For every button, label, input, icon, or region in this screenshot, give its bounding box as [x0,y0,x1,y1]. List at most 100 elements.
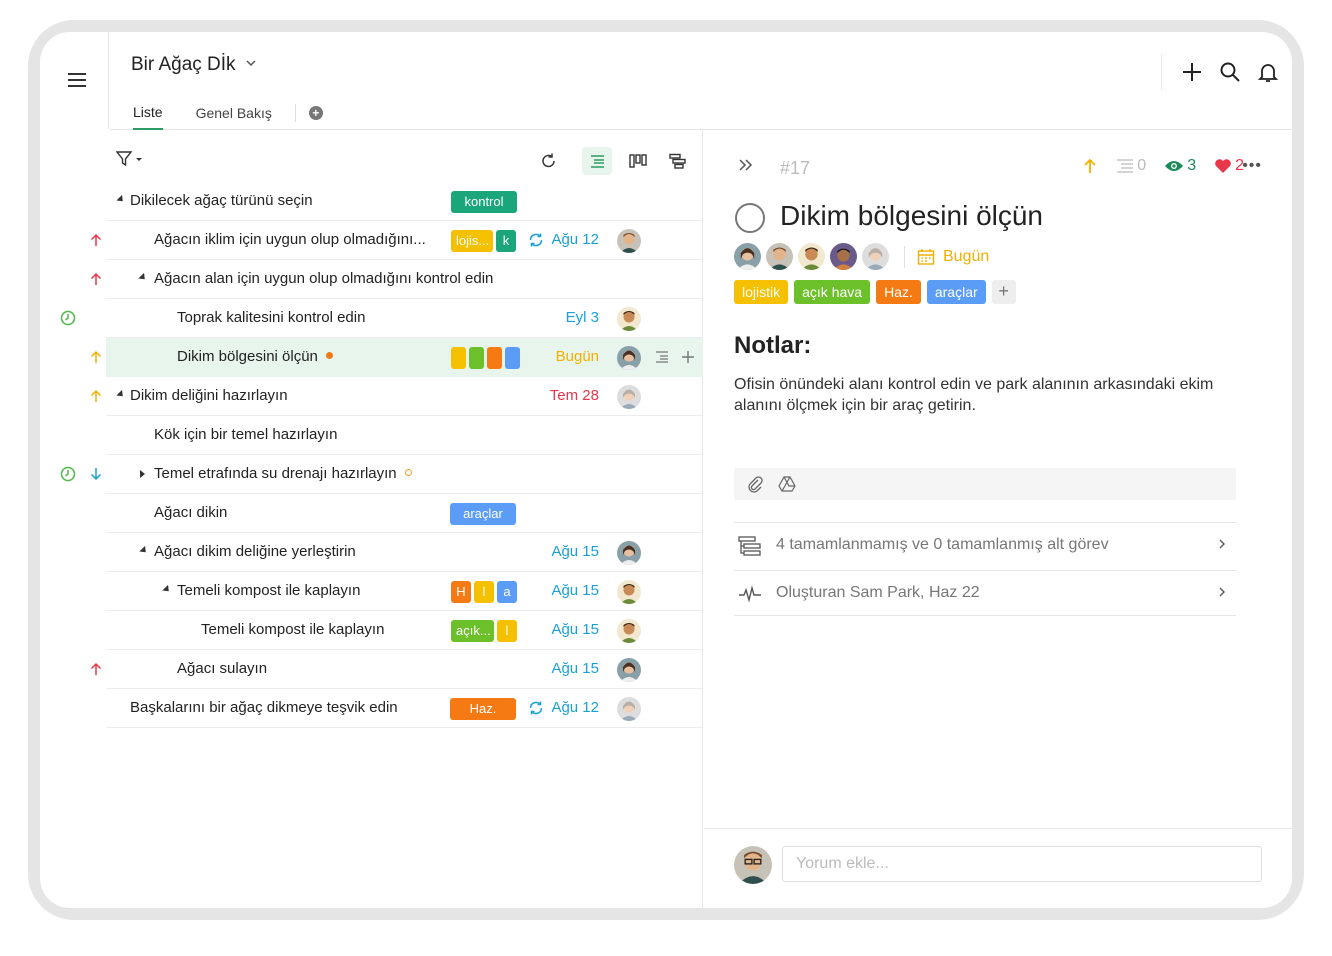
tag[interactable]: H [451,581,471,603]
assignee-avatar[interactable] [617,658,641,682]
add-icon[interactable] [1181,61,1203,83]
tag[interactable]: Haz. [876,280,921,304]
subtasks-link[interactable]: 4 tamamlanmamış ve 0 tamamlanmış alt gör… [734,522,1236,568]
task-row[interactable]: Temeli kompost ile kaplayın H l a Ağu 15 [40,572,703,611]
assignee-avatar[interactable] [617,697,641,721]
priority-normal-icon[interactable] [88,388,104,404]
tab-list[interactable]: Liste [133,104,163,130]
task-title[interactable]: Ağacı sulayın [177,660,267,677]
menu-icon[interactable] [68,73,86,87]
filter-icon[interactable] [116,151,146,167]
task-row[interactable]: Toprak kalitesini kontrol edin Eyl 3 [40,299,703,338]
tag[interactable] [487,347,502,369]
complete-checkbox[interactable] [735,203,765,233]
task-title[interactable]: Dikim bölgesini ölçün [177,348,333,365]
tag[interactable]: a [497,581,517,603]
bell-icon[interactable] [1257,61,1279,83]
tag[interactable]: araçlar [926,280,986,304]
tag[interactable]: Haz. [450,698,516,720]
task-row[interactable]: Ağacı dikim deliğine yerleştirin Ağu 15 [40,533,703,572]
task-title[interactable]: Temel etrafında su drenajı hazırlayın [154,465,412,482]
collapse-icon[interactable] [138,272,148,283]
add-subtask-icon[interactable] [655,351,669,363]
task-row[interactable]: Ağacın alan için uygun olup olmadığını k… [40,260,703,299]
due-date[interactable]: Ağu 12 [551,231,599,248]
drive-icon[interactable] [778,475,796,493]
subtasks-stat[interactable]: 0 [1116,157,1146,175]
task-title[interactable]: Toprak kalitesini kontrol edin [177,309,365,326]
timeline-view-icon[interactable] [663,147,693,175]
tag[interactable]: lojistik [734,280,789,304]
task-title[interactable]: Dikim deliğini hazırlayın [130,387,288,404]
add-icon[interactable] [681,350,695,364]
collapse-icon[interactable] [116,389,126,400]
tag[interactable] [505,347,520,369]
priority-normal-icon[interactable] [1082,157,1098,175]
priority-normal-icon[interactable] [88,349,104,365]
due-date[interactable]: Eyl 3 [566,309,599,326]
task-row[interactable]: Ağacı dikin araçlar [40,494,703,533]
task-row[interactable]: Dikilecek ağaç türünü seçin kontrol [40,182,703,221]
collapse-icon[interactable] [116,194,126,205]
task-title[interactable]: Başkalarını bir ağaç dikmeye teşvik edin [130,699,398,716]
tag[interactable] [469,347,484,369]
tag[interactable]: l [497,620,517,642]
assignee-avatar[interactable] [617,307,641,331]
timer-icon[interactable] [60,310,76,326]
assignee-avatar[interactable] [617,385,641,409]
add-tab-icon[interactable]: + [308,106,323,120]
tag[interactable]: araçlar [450,503,516,525]
task-title[interactable]: Ağacı dikim deliğine yerleştirin [154,543,356,560]
due-date[interactable]: Ağu 15 [551,660,599,677]
priority-high-icon[interactable] [88,661,104,677]
task-row[interactable]: Temeli kompost ile kaplayın açık... l Ağ… [40,611,703,650]
task-title[interactable]: Temeli kompost ile kaplayın [177,582,360,599]
due-date[interactable]: Bugün [556,348,599,365]
task-title[interactable]: Temeli kompost ile kaplayın [201,621,384,638]
assignee-avatar[interactable] [617,580,641,604]
board-view-icon[interactable] [623,147,653,175]
expand-icon[interactable] [140,470,145,478]
assignee-avatar[interactable] [617,346,641,370]
priority-low-icon[interactable] [88,466,104,482]
tag[interactable]: lojis... [451,230,493,252]
paperclip-icon[interactable] [746,475,764,493]
task-row[interactable]: Başkalarını bir ağaç dikmeye teşvik edin… [40,689,703,728]
assignee-avatar[interactable] [617,619,641,643]
priority-high-icon[interactable] [88,271,104,287]
collapse-icon[interactable] [139,545,149,556]
task-row-selected[interactable]: Dikim bölgesini ölçün Bugün [40,338,703,377]
search-icon[interactable] [1219,61,1241,83]
tag[interactable] [451,347,466,369]
assignee-avatar[interactable] [734,243,761,270]
timer-icon[interactable] [60,466,76,482]
assignee-avatar[interactable] [862,243,889,270]
notes-text[interactable]: Ofisin önündeki alanı kontrol edin ve pa… [734,374,1244,416]
task-row[interactable]: Temel etrafında su drenajı hazırlayın [40,455,703,494]
due-date-field[interactable]: Bugün [917,248,989,266]
priority-high-icon[interactable] [88,232,104,248]
tag[interactable]: kontrol [451,191,517,213]
assignee-avatar[interactable] [830,243,857,270]
tab-overview[interactable]: Genel Bakış [196,105,272,129]
assignee-avatar[interactable] [798,243,825,270]
collapse-icon[interactable] [162,584,172,595]
task-title[interactable]: Ağacı dikin [154,504,227,521]
list-view-icon[interactable] [582,147,612,175]
more-options-icon[interactable]: ••• [1242,157,1262,175]
comment-input[interactable]: Yorum ekle... [782,846,1262,882]
add-tag-button[interactable]: + [991,280,1016,304]
task-detail-title[interactable]: Dikim bölgesini ölçün [780,200,1043,232]
due-date[interactable]: Ağu 15 [551,543,599,560]
due-date[interactable]: Ağu 12 [551,699,599,716]
activity-link[interactable]: Oluşturan Sam Park, Haz 22 [734,570,1236,616]
assignee-avatar[interactable] [617,229,641,253]
due-date[interactable]: Ağu 15 [551,582,599,599]
task-row[interactable]: Ağacı sulayın Ağu 15 [40,650,703,689]
tag[interactable]: açık... [451,620,494,642]
assignee-avatar[interactable] [766,243,793,270]
task-row[interactable]: Ağacın iklim için uygun olup olmadığını.… [40,221,703,260]
task-title[interactable]: Ağacın iklim için uygun olup olmadığını.… [154,231,426,248]
task-row[interactable]: Dikim deliğini hazırlayın Tem 28 [40,377,703,416]
tag[interactable]: l [474,581,494,603]
